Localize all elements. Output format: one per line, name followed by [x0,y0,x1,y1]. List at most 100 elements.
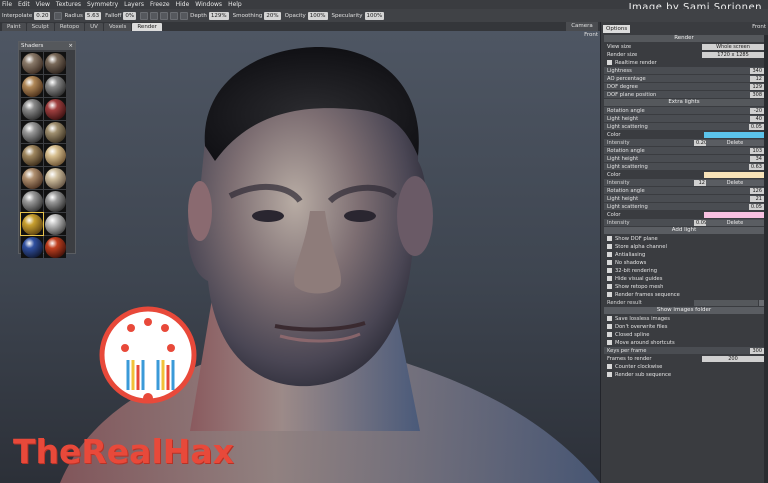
option-checkbox[interactable]: Antialiasing [604,251,764,258]
smoothing-value[interactable]: 20% [264,11,281,20]
tab-uv[interactable]: UV [85,23,103,31]
checkbox-icon[interactable] [607,292,612,297]
radius-value[interactable]: 5.63 [84,11,102,20]
depth-field[interactable]: Depth 129% [190,11,229,20]
shader-swatch[interactable] [21,190,43,212]
shader-swatch[interactable] [44,190,66,212]
render-result-browse-button[interactable] [759,299,764,306]
checkbox-icon[interactable] [607,244,612,249]
render-slider[interactable]: DOF plane position 308 [604,91,764,98]
tab-render[interactable]: Render [132,23,162,31]
keys-per-frame-value[interactable]: 300 [750,347,764,354]
light-color-swatch[interactable] [704,171,764,178]
menu-freeze[interactable]: Freeze [150,1,170,8]
checkbox-icon[interactable] [607,316,612,321]
light-height-slider[interactable]: Light height 40 [604,115,764,122]
tab-voxels[interactable]: Voxels [103,23,132,31]
checkbox-icon[interactable] [607,276,612,281]
rotation-angle-value[interactable]: -20 [750,107,764,114]
opacity-field[interactable]: Opacity 100% [285,11,328,20]
light-height-slider[interactable]: Light height 34 [604,155,764,162]
color-icon[interactable] [180,11,189,20]
option-checkbox[interactable]: Move around shortcuts [604,339,764,346]
tab-sculpt[interactable]: Sculpt [26,23,54,31]
menu-windows[interactable]: Windows [195,1,222,8]
shader-swatch[interactable] [44,98,66,120]
checkbox-icon[interactable] [607,260,612,265]
menu-symmetry[interactable]: Symmetry [87,1,118,8]
extra-lights-header[interactable]: Extra lights [604,99,764,106]
light-scattering-slider[interactable]: Light scattering 0.63 [604,163,764,170]
smoothing-field[interactable]: Smoothing 20% [233,11,281,20]
option-checkbox[interactable]: Hide visual guides [604,275,764,282]
checkbox-icon[interactable] [607,252,612,257]
light-color-swatch[interactable] [704,131,764,138]
checkbox-icon[interactable] [607,268,612,273]
shader-swatch[interactable] [44,121,66,143]
slider-value[interactable]: 12 [750,75,764,82]
rotation-angle-slider[interactable]: Rotation angle 103 [604,147,764,154]
shader-swatch[interactable] [21,121,43,143]
interpolate-field[interactable]: Interpolate 0.20 [2,11,51,20]
light-scattering-value[interactable]: 0.63 [748,163,764,170]
light-color-swatch[interactable] [704,211,764,218]
shader-swatch[interactable] [44,213,66,235]
falloff-value[interactable]: 0% [123,11,137,20]
light-scattering-value[interactable]: 0.05 [748,123,764,130]
shader-swatch[interactable] [20,212,44,236]
render-slider[interactable]: DOF degree 129 [604,83,764,90]
menu-hide[interactable]: Hide [176,1,190,8]
material-icon[interactable] [170,11,179,20]
menu-file[interactable]: File [2,1,12,8]
tab-options[interactable]: Options [603,25,631,33]
option-checkbox[interactable]: Closed spline [604,331,764,338]
show-images-folder-button[interactable]: Show images folder [604,307,764,314]
shader-swatch[interactable] [44,52,66,74]
shader-swatch[interactable] [21,75,43,97]
light-scattering-value[interactable]: 0.05 [748,203,764,210]
checkbox-icon[interactable] [607,364,612,369]
realtime-render-checkbox[interactable]: Realtime render [604,59,764,66]
light-height-value[interactable]: 21 [750,195,764,202]
menu-edit[interactable]: Edit [18,1,30,8]
light-height-value[interactable]: 40 [750,115,764,122]
shader-swatch[interactable] [44,236,66,258]
light-scattering-slider[interactable]: Light scattering 0.05 [604,203,764,210]
option-checkbox[interactable]: Show retopo mesh [604,283,764,290]
option-checkbox[interactable]: Counter clockwise [604,363,764,370]
radius-field[interactable]: Radius 5.63 [64,11,102,20]
menu-textures[interactable]: Textures [56,1,81,8]
option-checkbox[interactable]: Show DOF plane [604,235,764,242]
light-height-slider[interactable]: Light height 21 [604,195,764,202]
option-checkbox[interactable]: No shadows [604,259,764,266]
add-light-button[interactable]: Add light [604,227,764,234]
light-scattering-slider[interactable]: Light scattering 0.05 [604,123,764,130]
render-section-header[interactable]: Render [604,35,764,42]
interpolate-value[interactable]: 0.20 [34,11,51,20]
shader-swatch[interactable] [21,167,43,189]
checkbox-icon[interactable] [607,60,612,65]
stroke-icon[interactable] [140,11,149,20]
checkbox-icon[interactable] [607,332,612,337]
checkbox-icon[interactable] [607,372,612,377]
menu-help[interactable]: Help [228,1,242,8]
checkbox-icon[interactable] [607,236,612,241]
brush-icon[interactable] [54,11,63,20]
falloff-field[interactable]: Falloff 0% [105,11,137,20]
opacity-value[interactable]: 100% [307,11,328,20]
shader-swatch[interactable] [21,52,43,74]
render-size-select[interactable]: 1720 x 1285 [702,51,764,58]
shader-swatch[interactable] [21,98,43,120]
camera-button[interactable]: Camera [566,22,598,31]
delete-light-button[interactable]: Delete [706,219,764,226]
depth-value[interactable]: 129% [208,11,229,20]
render-slider[interactable]: AO percentage 12 [604,75,764,82]
option-checkbox[interactable]: Save lossless images [604,315,764,322]
slider-value[interactable]: 129 [750,83,764,90]
checkbox-icon[interactable] [607,324,612,329]
checkbox-icon[interactable] [607,284,612,289]
rotation-angle-value[interactable]: 103 [750,147,764,154]
stamp-icon[interactable] [150,11,159,20]
tab-retopo[interactable]: Retopo [54,23,85,31]
specularity-value[interactable]: 100% [364,11,385,20]
